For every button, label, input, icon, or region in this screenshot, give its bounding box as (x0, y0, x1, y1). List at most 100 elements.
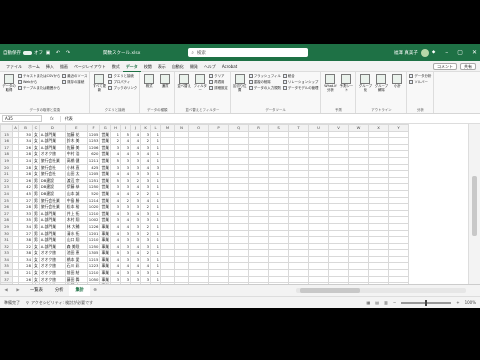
cell[interactable]: 3 (110, 275, 122, 284)
ribbon-big-button[interactable]: 並べ替え (177, 74, 191, 107)
cell[interactable]: 5 (110, 156, 122, 165)
cell[interactable]: 事業 (99, 242, 112, 251)
cell[interactable]: 中島 勝 (64, 196, 88, 205)
cell[interactable]: 1 (150, 262, 162, 271)
cell[interactable] (268, 255, 290, 264)
cell[interactable]: 4 (120, 150, 132, 158)
column-header[interactable]: Y (388, 124, 410, 132)
ribbon-big-button[interactable]: 小計 (390, 74, 404, 107)
cell[interactable]: 1 (150, 183, 162, 191)
autosave-toggle[interactable] (23, 50, 32, 55)
cell[interactable]: 3 (130, 216, 142, 224)
zoom-in-icon[interactable]: + (456, 300, 459, 305)
cell[interactable] (228, 255, 250, 264)
cell[interactable]: 3 (130, 196, 142, 205)
cell[interactable]: A-部門業 (38, 137, 66, 145)
cell[interactable]: 事業 (99, 255, 112, 264)
cell[interactable] (348, 196, 370, 205)
cell[interactable] (328, 163, 350, 172)
zoom-knob[interactable] (425, 299, 428, 306)
cell[interactable]: 4 (130, 262, 142, 271)
cell[interactable]: 藤田 舞 (64, 275, 88, 284)
cell[interactable]: 4 (110, 170, 122, 178)
cell[interactable] (288, 209, 310, 218)
cell[interactable] (160, 189, 176, 198)
tab-3[interactable]: 描画 (57, 61, 71, 72)
cell[interactable]: 3 (120, 249, 132, 257)
cell[interactable] (248, 209, 270, 218)
cell[interactable] (308, 242, 330, 251)
cell[interactable]: 前田 結 (64, 269, 88, 277)
cell[interactable]: 旅行会社 (38, 170, 66, 178)
cell[interactable] (248, 130, 270, 139)
cell[interactable] (160, 229, 176, 238)
cell[interactable]: 男 (32, 209, 40, 218)
ribbon-big-button[interactable]: 予測シート (339, 74, 353, 107)
cell[interactable] (188, 170, 210, 178)
column-header[interactable]: X (368, 124, 390, 132)
cell[interactable] (348, 176, 370, 185)
cell[interactable] (228, 196, 250, 205)
cell[interactable]: 1201 (86, 229, 101, 238)
cell[interactable]: 34 (18, 222, 33, 231)
cell[interactable] (348, 143, 370, 152)
cell[interactable] (348, 183, 370, 191)
cell[interactable]: 4 (120, 137, 132, 145)
ribbon-big-button[interactable]: フィルター (193, 74, 207, 107)
column-header[interactable]: J (130, 124, 142, 132)
column-header[interactable]: L (150, 124, 162, 132)
cell[interactable]: 38 (18, 249, 33, 257)
cell[interactable]: 事業 (99, 249, 112, 257)
horizontal-scroll-thumb[interactable] (300, 288, 360, 293)
cell[interactable]: 4 (110, 269, 122, 277)
cell-table[interactable]: A B C D E F G H I J K L M N O P Q R S T U V W X Y 15 30 女 A-部門業 加藤 花1… (0, 124, 410, 284)
ribbon-big-button[interactable]: グループ化 (358, 74, 372, 107)
cell[interactable] (288, 242, 310, 251)
save-icon[interactable]: ▣ (45, 50, 51, 56)
cell[interactable] (328, 150, 350, 158)
cell[interactable] (188, 196, 210, 205)
ribbon-small-button[interactable]: 既存の接続 (62, 80, 87, 84)
column-header[interactable]: H (110, 124, 122, 132)
cell[interactable] (208, 189, 230, 198)
vertical-scroll-thumb[interactable] (472, 176, 477, 236)
cell[interactable] (248, 143, 270, 152)
cell[interactable]: 女 (32, 130, 40, 139)
cell[interactable]: 3 (150, 163, 162, 172)
cell[interactable] (368, 255, 390, 264)
cell[interactable] (160, 150, 176, 158)
cell[interactable] (268, 262, 290, 271)
cell[interactable] (308, 216, 330, 224)
row-header[interactable]: 17 (0, 143, 13, 152)
cell[interactable]: 3 (120, 242, 132, 251)
cell[interactable]: 2 (140, 203, 152, 211)
cell[interactable] (268, 216, 290, 224)
cell[interactable] (268, 269, 290, 277)
cell[interactable]: 1 (150, 156, 162, 165)
cell[interactable]: 27 (18, 229, 33, 238)
cell[interactable] (160, 222, 176, 231)
cell[interactable] (248, 222, 270, 231)
cell[interactable]: 井上 拓 (64, 209, 88, 218)
cell[interactable] (368, 262, 390, 271)
cell[interactable] (308, 176, 330, 185)
cell[interactable]: 22 (18, 242, 33, 251)
cell[interactable]: 1 (150, 176, 162, 185)
cell[interactable]: 34 (18, 255, 33, 264)
cell[interactable] (188, 176, 210, 185)
cell[interactable]: 鈴木 美 (64, 137, 88, 145)
cell[interactable]: 男 (32, 229, 40, 238)
cell[interactable] (160, 196, 176, 205)
cell[interactable]: 男 (32, 189, 40, 198)
cell[interactable] (160, 216, 176, 224)
cell[interactable] (288, 143, 310, 152)
cell[interactable]: 45 (18, 189, 33, 198)
tab-12[interactable]: Acrobat (219, 61, 240, 72)
cell[interactable]: 3 (130, 236, 142, 244)
cell[interactable] (248, 196, 270, 205)
cell[interactable] (308, 236, 330, 244)
cell[interactable] (368, 189, 390, 198)
ribbon-small-button[interactable]: 重複の削除 (248, 80, 281, 84)
cell[interactable]: 清水 拓 (64, 229, 88, 238)
cell[interactable] (160, 275, 176, 284)
